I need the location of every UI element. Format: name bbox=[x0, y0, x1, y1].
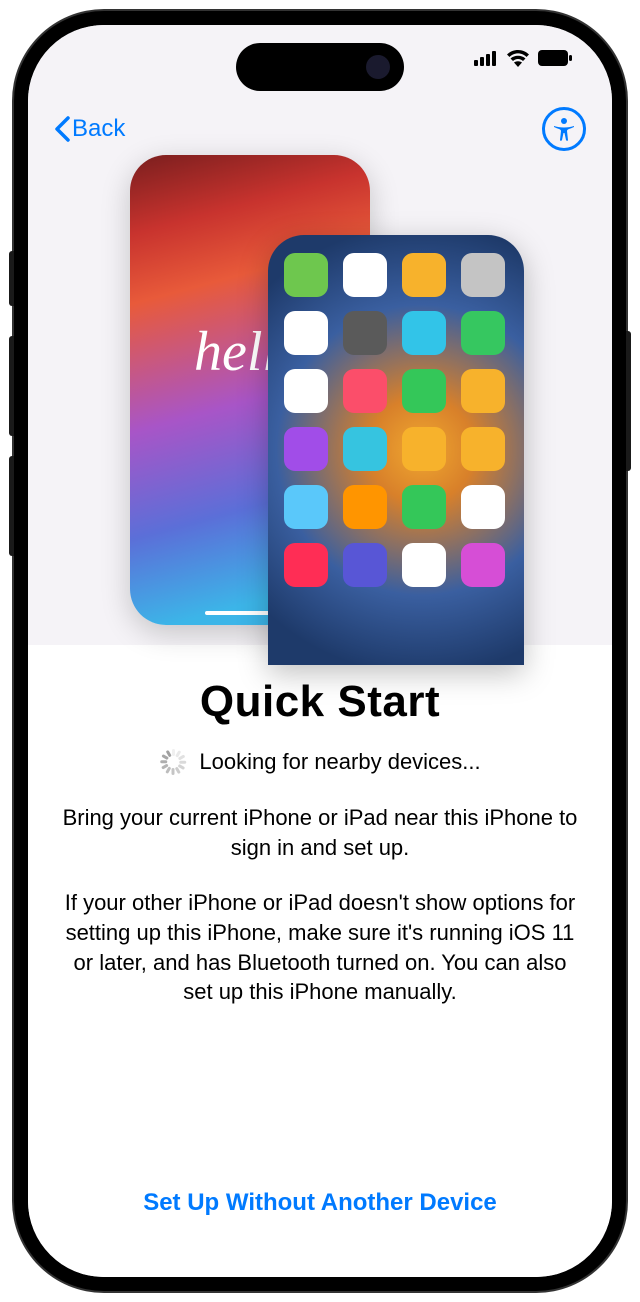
accessibility-button[interactable] bbox=[542, 107, 586, 151]
back-label: Back bbox=[72, 115, 125, 143]
app-grid bbox=[284, 253, 508, 587]
app-icon bbox=[284, 311, 328, 355]
mute-switch bbox=[9, 251, 14, 306]
app-icon bbox=[284, 369, 328, 413]
wifi-icon bbox=[506, 49, 530, 67]
power-button bbox=[626, 331, 631, 471]
screen: Back hello Quick Start bbox=[28, 25, 612, 1277]
battery-icon bbox=[538, 50, 572, 66]
loading-text: Looking for nearby devices... bbox=[199, 749, 480, 775]
app-icon bbox=[402, 311, 446, 355]
status-bar bbox=[474, 49, 572, 67]
volume-down bbox=[9, 456, 14, 556]
app-icon bbox=[402, 427, 446, 471]
loading-status: Looking for nearby devices... bbox=[58, 749, 582, 775]
instruction-paragraph-2: If your other iPhone or iPad doesn't sho… bbox=[58, 888, 582, 1007]
app-icon bbox=[402, 253, 446, 297]
app-icon bbox=[343, 369, 387, 413]
dynamic-island bbox=[236, 43, 404, 91]
app-icon bbox=[461, 311, 505, 355]
page-title: Quick Start bbox=[58, 677, 582, 727]
app-icon bbox=[284, 543, 328, 587]
app-icon bbox=[461, 253, 505, 297]
setup-without-device-button[interactable]: Set Up Without Another Device bbox=[58, 1189, 582, 1277]
app-icon bbox=[343, 427, 387, 471]
app-icon bbox=[284, 427, 328, 471]
app-icon bbox=[343, 253, 387, 297]
app-icon bbox=[343, 485, 387, 529]
back-button[interactable]: Back bbox=[54, 115, 125, 143]
phone-frame: Back hello Quick Start bbox=[14, 11, 626, 1291]
chevron-left-icon bbox=[54, 116, 70, 142]
app-icon bbox=[402, 485, 446, 529]
app-icon bbox=[343, 311, 387, 355]
volume-up bbox=[9, 336, 14, 436]
instruction-paragraph-1: Bring your current iPhone or iPad near t… bbox=[58, 803, 582, 862]
nav-bar: Back bbox=[28, 107, 612, 151]
spinner-icon bbox=[159, 749, 185, 775]
app-icon bbox=[343, 543, 387, 587]
app-icon bbox=[461, 369, 505, 413]
homescreen-phone-illustration bbox=[268, 235, 524, 665]
app-icon bbox=[402, 543, 446, 587]
app-icon bbox=[461, 427, 505, 471]
app-icon bbox=[284, 253, 328, 297]
cellular-signal-icon bbox=[474, 50, 498, 66]
app-icon bbox=[402, 369, 446, 413]
app-icon bbox=[461, 485, 505, 529]
app-icon bbox=[284, 485, 328, 529]
content-area: Quick Start Looking for nearby devices..… bbox=[28, 645, 612, 1277]
accessibility-icon bbox=[550, 115, 578, 143]
app-icon bbox=[461, 543, 505, 587]
